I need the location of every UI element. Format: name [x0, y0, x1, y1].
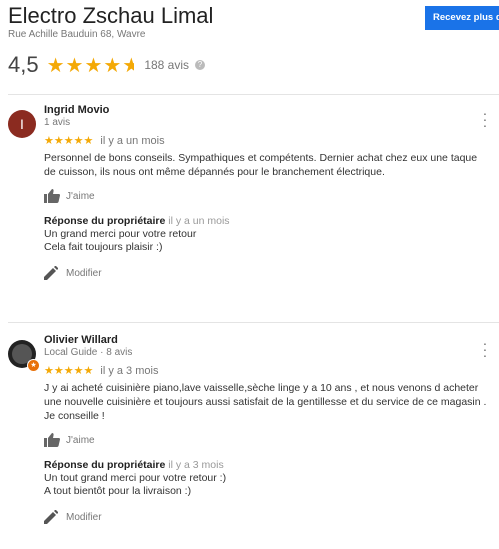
owner-reply: Réponse du propriétaire il y a un mois U… — [44, 215, 489, 254]
review-author[interactable]: Ingrid Movio — [44, 104, 489, 116]
rating-summary: 4,5 ★★★★★ 188 avis ? — [8, 52, 206, 78]
owner-reply: Réponse du propriétaire il y a 3 mois Un… — [44, 459, 489, 498]
review-text-line: Je conseille ! — [44, 410, 105, 422]
review-text: Personnel de bons conseils. Sympathiques… — [44, 152, 478, 178]
owner-reply-title: Réponse du propriétaire — [44, 215, 166, 227]
review-date: il y a un mois — [100, 135, 165, 147]
thumbs-up-icon — [44, 433, 60, 447]
edit-reply-button[interactable]: Modifier — [44, 510, 489, 524]
review-text-line: J y ai acheté cuisinière piano,lave vais… — [44, 382, 487, 408]
more-options-icon[interactable]: · · · — [481, 336, 489, 362]
review-stars: ★★★★★ — [44, 135, 94, 147]
review-rating: ★★★★★ il y a 3 mois — [44, 364, 489, 377]
owner-reply-date: il y a 3 mois — [168, 459, 224, 471]
review-count: 188 avis — [144, 58, 190, 72]
rating-value: 4,5 — [8, 52, 39, 77]
owner-reply-title: Réponse du propriétaire — [44, 459, 166, 471]
like-button[interactable]: J'aime — [44, 433, 489, 447]
like-label: J'aime — [66, 434, 95, 446]
local-guide-badge-icon: ★ — [27, 359, 40, 372]
rating-stars: ★★★★★ — [46, 54, 135, 77]
divider — [8, 322, 499, 323]
owner-reply-date: il y a un mois — [168, 215, 230, 227]
review-rating: ★★★★★ il y a un mois — [44, 134, 489, 147]
review-author-meta: 1 avis — [44, 117, 71, 128]
like-label: J'aime — [66, 190, 95, 202]
review-text: J y ai acheté cuisinière piano,lave vais… — [44, 381, 489, 423]
owner-reply-text: Un grand merci pour votre retour — [44, 228, 197, 240]
edit-reply-button[interactable]: Modifier — [44, 266, 489, 280]
owner-reply-text: Un tout grand merci pour votre retour :) — [44, 472, 227, 484]
get-more-reviews-button[interactable]: Recevez plus d'a — [425, 6, 499, 30]
business-header: Electro Zschau Limal Rue Achille Bauduin… — [8, 3, 213, 40]
edit-label: Modifier — [66, 267, 102, 279]
business-address: Rue Achille Bauduin 68, Wavre — [8, 29, 146, 40]
avatar[interactable]: I — [8, 110, 36, 138]
help-icon[interactable]: ? — [195, 60, 206, 70]
edit-label: Modifier — [66, 511, 102, 523]
more-options-icon[interactable]: · · · — [481, 106, 489, 132]
thumbs-up-icon — [44, 189, 60, 203]
owner-reply-text: Cela fait toujours plaisir :) — [44, 241, 163, 253]
pencil-icon — [44, 266, 58, 280]
pencil-icon — [44, 510, 58, 524]
like-button[interactable]: J'aime — [44, 189, 489, 203]
review-author[interactable]: Olivier Willard — [44, 334, 489, 346]
owner-reply-text: A tout bientôt pour la livraison :) — [44, 485, 192, 497]
review-author-meta: Local Guide · 8 avis — [44, 347, 133, 358]
business-name: Electro Zschau Limal — [8, 3, 214, 28]
review-date: il y a 3 mois — [100, 365, 159, 377]
review-stars: ★★★★★ — [44, 365, 94, 377]
divider — [8, 94, 499, 95]
